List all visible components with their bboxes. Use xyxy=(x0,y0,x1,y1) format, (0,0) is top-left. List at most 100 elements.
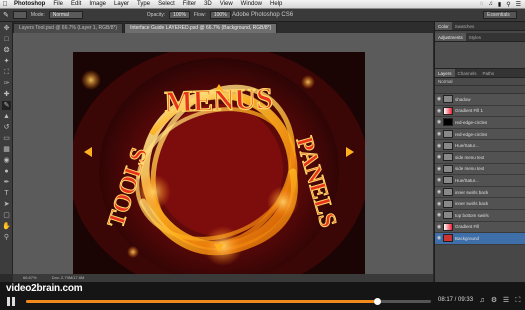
layer-row[interactable]: ◉ Gradient Fill 1 xyxy=(435,105,525,118)
eye-icon[interactable]: ◉ xyxy=(435,212,443,218)
wifi-icon[interactable]: ◌ xyxy=(480,1,484,7)
list-icon[interactable]: ☰ xyxy=(516,1,521,8)
menu-edit[interactable]: Edit xyxy=(67,0,85,8)
menu-image[interactable]: Image xyxy=(85,0,110,8)
layer-row[interactable]: ◉ Hue/Satur... xyxy=(435,175,525,187)
blend-mode-select[interactable]: Normal xyxy=(435,78,525,86)
menu-help[interactable]: Help xyxy=(266,0,286,8)
hand-tool-icon[interactable]: ✋ xyxy=(2,222,11,231)
layer-row[interactable]: ◉ side menu text xyxy=(435,163,525,176)
eye-icon[interactable]: ◉ xyxy=(435,119,443,125)
time-readout: 08:17 / 09:33 xyxy=(438,297,474,303)
healing-tool-icon[interactable]: ✚ xyxy=(2,90,11,99)
menu-app[interactable]: Photoshop xyxy=(10,0,49,8)
menu-type[interactable]: Type xyxy=(133,0,154,8)
progress-knob[interactable] xyxy=(373,298,381,305)
dodge-tool-icon[interactable]: ● xyxy=(2,167,11,176)
layer-row[interactable]: ◉ Hue/Satur... xyxy=(435,140,525,152)
chapters-icon[interactable]: ☰ xyxy=(502,297,510,305)
workspace-select[interactable]: Essentials xyxy=(483,11,517,19)
type-tool-icon[interactable]: T xyxy=(2,189,11,198)
canvas-area[interactable]: MENUS TOOLS PANELS xyxy=(13,33,433,275)
menu-file[interactable]: File xyxy=(49,0,67,8)
tab-adjustments[interactable]: Adjustments xyxy=(435,33,466,41)
eye-icon[interactable]: ◉ xyxy=(435,189,443,195)
layer-thumbnail xyxy=(443,95,453,104)
zoom-readout[interactable]: 66.67% xyxy=(23,275,37,280)
brush-preset-picker[interactable] xyxy=(12,11,27,19)
layer-row[interactable]: ◉ shadow xyxy=(435,94,525,106)
layer-name: Gradient Fill xyxy=(455,224,480,230)
artwork-canvas[interactable]: MENUS TOOLS PANELS xyxy=(73,52,365,275)
lasso-tool-icon[interactable]: ❂ xyxy=(2,46,11,55)
status-bar: 66.67% Doc: 2.79M/17.6M xyxy=(13,274,433,282)
menu-3d[interactable]: 3D xyxy=(200,0,216,8)
tab-channels[interactable]: Channels xyxy=(455,69,480,77)
apple-icon[interactable]:  xyxy=(0,1,10,8)
stamp-tool-icon[interactable]: ▲ xyxy=(2,112,11,121)
opacity-field[interactable]: 100% xyxy=(169,11,190,19)
progress-track[interactable] xyxy=(26,298,431,305)
eye-icon[interactable]: ◉ xyxy=(435,143,443,149)
layer-thumbnail xyxy=(443,222,453,231)
path-select-tool-icon[interactable]: ➤ xyxy=(2,200,11,209)
eye-icon[interactable]: ◉ xyxy=(435,235,443,241)
eye-icon[interactable]: ◉ xyxy=(435,131,443,137)
history-brush-tool-icon[interactable]: ↺ xyxy=(2,123,11,132)
pen-tool-icon[interactable]: ✒ xyxy=(2,178,11,187)
brush-tool-icon[interactable]: ✎ xyxy=(3,11,9,19)
move-tool-icon[interactable]: ✥ xyxy=(2,24,11,33)
layer-thumbnail xyxy=(443,106,453,115)
layer-thumbnail xyxy=(443,130,453,139)
tab-interface-guide[interactable]: Interface Guide LAYERED.psd @ 66.7% (Bac… xyxy=(124,23,278,33)
layer-row[interactable]: ◉ inner swirls back xyxy=(435,186,525,199)
flow-field[interactable]: 100% xyxy=(209,11,231,19)
layer-name: Hue/Satur... xyxy=(455,143,479,149)
tab-color[interactable]: Color xyxy=(435,22,452,30)
layer-row[interactable]: ◉ top bottom swirls xyxy=(435,209,525,222)
layer-row[interactable]: ◉ red-edge-circles xyxy=(435,117,525,129)
volume-icon[interactable]: ♫ xyxy=(478,297,486,305)
eye-icon[interactable]: ◉ xyxy=(435,224,443,230)
menu-window[interactable]: Window xyxy=(237,0,266,8)
tab-swatches[interactable]: Swatches xyxy=(452,22,478,30)
spotlight-icon[interactable]: ⚲ xyxy=(506,1,510,8)
menu-layer[interactable]: Layer xyxy=(110,0,133,8)
fullscreen-icon[interactable]: ⛶ xyxy=(514,297,522,305)
crop-tool-icon[interactable]: ⛶ xyxy=(2,68,11,77)
menu-filter[interactable]: Filter xyxy=(179,0,200,8)
tab-layers[interactable]: Layers xyxy=(435,69,455,77)
settings-icon[interactable]: ⚙ xyxy=(490,297,498,305)
marquee-tool-icon[interactable]: □ xyxy=(2,35,11,44)
gradient-tool-icon[interactable]: ▦ xyxy=(2,145,11,154)
pause-icon[interactable] xyxy=(7,297,16,306)
volume-icon[interactable]: ♫ xyxy=(488,1,493,7)
mode-select[interactable]: Normal xyxy=(48,11,83,19)
artwork-word-menus: MENUS xyxy=(164,82,273,119)
menu-select[interactable]: Select xyxy=(154,0,179,8)
shape-tool-icon[interactable]: ▢ xyxy=(2,211,11,220)
battery-icon[interactable]: ▮ xyxy=(498,1,501,8)
tab-paths[interactable]: Paths xyxy=(480,69,498,77)
quick-select-tool-icon[interactable]: ✦ xyxy=(2,57,11,66)
menu-view[interactable]: View xyxy=(216,0,237,8)
layer-row[interactable]: ◉ Background xyxy=(435,233,525,245)
eraser-tool-icon[interactable]: ▭ xyxy=(2,134,11,143)
eye-icon[interactable]: ◉ xyxy=(435,96,443,102)
layer-row[interactable]: ◉ side menu text xyxy=(435,151,525,164)
tab-styles[interactable]: Styles xyxy=(466,33,484,41)
eye-icon[interactable]: ◉ xyxy=(435,166,443,172)
document-tabs: Layers Tool.psd @ 66.7% (Layer 1, RGB/8*… xyxy=(13,22,433,33)
layer-row[interactable]: ◉ inner swirls back xyxy=(435,198,525,210)
brush-tool-icon[interactable]: ✎ xyxy=(2,101,11,110)
eye-icon[interactable]: ◉ xyxy=(435,154,443,160)
eye-icon[interactable]: ◉ xyxy=(435,108,443,114)
eyedropper-tool-icon[interactable]: ✑ xyxy=(2,79,11,88)
layer-row[interactable]: ◉ Gradient Fill xyxy=(435,221,525,234)
blur-tool-icon[interactable]: ◉ xyxy=(2,156,11,165)
eye-icon[interactable]: ◉ xyxy=(435,201,443,207)
eye-icon[interactable]: ◉ xyxy=(435,177,443,183)
tab-layers-tool[interactable]: Layers Tool.psd @ 66.7% (Layer 1, RGB/8*… xyxy=(13,23,124,33)
layer-row[interactable]: ◉ red-edge-circles xyxy=(435,128,525,141)
zoom-tool-icon[interactable]: ⚲ xyxy=(2,233,11,242)
